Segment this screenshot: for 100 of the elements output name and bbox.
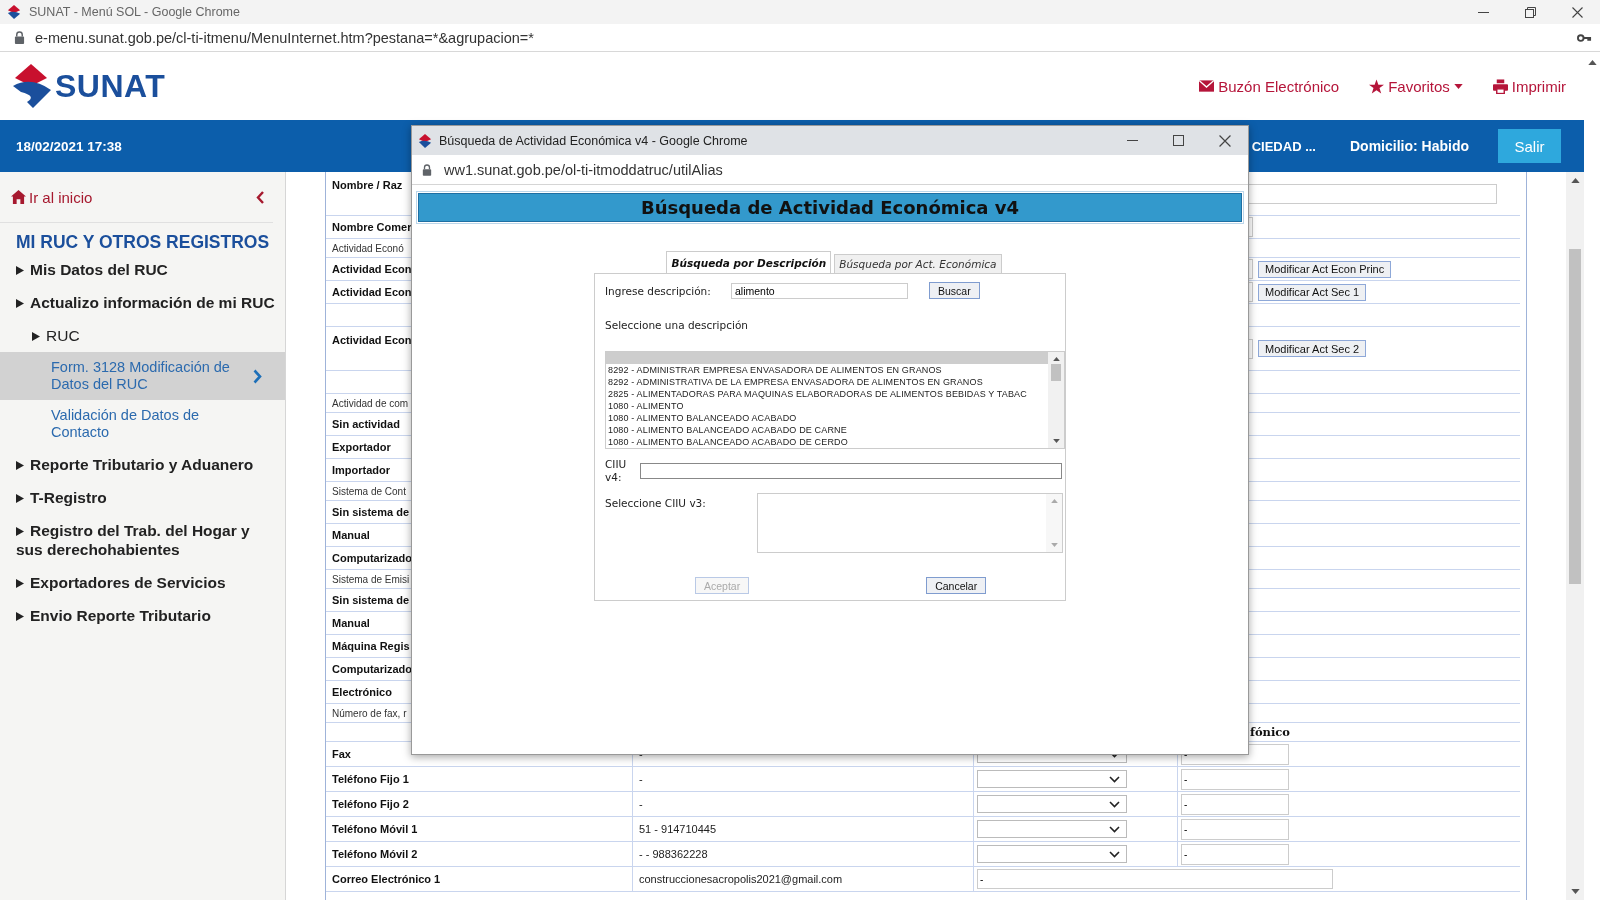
action-button[interactable]: Modificar Act Sec 1 bbox=[1258, 283, 1367, 301]
field-label: Sin sistema de bbox=[332, 506, 410, 518]
dropdown-select[interactable] bbox=[977, 820, 1127, 838]
lock-icon bbox=[14, 31, 25, 44]
field-label: Importador bbox=[332, 464, 391, 476]
list-box[interactable] bbox=[605, 351, 1065, 449]
field-label: Máquina Regis bbox=[332, 640, 410, 652]
dialog-button[interactable]: Cancelar bbox=[926, 577, 987, 594]
scroll-down-icon[interactable] bbox=[1052, 439, 1060, 443]
text-field[interactable]: - bbox=[1181, 793, 1289, 815]
sidebar-item[interactable]: Envio Reporte Tributario bbox=[0, 599, 285, 632]
list-option[interactable]: 2825 - ALIMENTADORAS PARA MAQUINAS ELABORADORAS DE ALIMENTOS BEBIDAS Y TABAC bbox=[608, 388, 1048, 400]
list-option[interactable]: 1080 - ALIMENTO BALANCEADO ACABADO DE CARNE bbox=[608, 424, 1048, 436]
header-link[interactable]: Buzón Electrónico bbox=[1199, 77, 1340, 95]
column-header: fónico bbox=[1250, 725, 1291, 739]
text-field[interactable]: alimento bbox=[731, 282, 908, 299]
field-label: Manual bbox=[332, 529, 370, 541]
text-field[interactable]: - bbox=[1181, 768, 1289, 790]
field-label: Computarizado bbox=[332, 663, 413, 675]
field-label: Sin sistema de bbox=[332, 594, 410, 606]
list-option[interactable]: 8292 - ADMINISTRATIVA DE LA EMPRESA ENVASADORA DE ALIMENTOS EN GRANOS bbox=[608, 376, 1048, 388]
chevron-down-icon bbox=[1109, 850, 1120, 858]
list-label: Seleccione una descripción bbox=[605, 319, 749, 331]
tab[interactable]: Búsqueda por Descripción bbox=[666, 251, 832, 273]
sidebar-item[interactable]: RUC bbox=[0, 319, 285, 352]
list-option[interactable]: 1080 - ALIMENTO bbox=[608, 400, 1048, 412]
envelope-icon bbox=[1199, 78, 1215, 94]
close-icon[interactable] bbox=[1219, 134, 1231, 147]
chevron-down-icon bbox=[1109, 825, 1120, 833]
scroll-up-icon[interactable] bbox=[1570, 178, 1580, 183]
section-label: Actividad de com bbox=[332, 397, 409, 409]
tab[interactable]: Búsqueda por Act. Económica bbox=[834, 254, 1002, 273]
sidebar-item[interactable]: Mis Datos del RUC bbox=[0, 253, 285, 286]
logo-text: SUNAT bbox=[55, 67, 166, 105]
text-field[interactable]: - bbox=[977, 869, 1333, 889]
triangle-icon bbox=[16, 299, 24, 308]
field-label: Teléfono Móvil 1 bbox=[332, 823, 418, 835]
text-field[interactable] bbox=[640, 463, 1062, 479]
section-label: Número de fax, r bbox=[332, 707, 407, 719]
header-link[interactable]: Imprimir bbox=[1492, 77, 1566, 95]
printer-icon bbox=[1492, 78, 1508, 94]
list-option[interactable]: 1080 - ALIMENTO BALANCEADO ACABADO bbox=[608, 412, 1048, 424]
table-cell: 51 - 914710445 bbox=[639, 823, 717, 835]
field-label: Teléfono Móvil 2 bbox=[332, 848, 418, 860]
address-status: Domicilio: Habido bbox=[1350, 138, 1469, 154]
header-link[interactable]: Favoritos bbox=[1369, 77, 1463, 95]
field-label: Manual bbox=[332, 617, 370, 629]
search-button[interactable]: Buscar bbox=[929, 282, 980, 299]
sidebar-item[interactable]: Exportadores de Servicios bbox=[0, 566, 285, 599]
field-label: Electrónico bbox=[332, 686, 392, 698]
field-label: Ingrese descripción: bbox=[605, 284, 712, 297]
field-label: CIIU v4: bbox=[605, 458, 628, 484]
url-text[interactable]: e-menu.sunat.gob.pe/cl-ti-itmenu/MenuInternet.htm?pestana=*&agrupacion=* bbox=[35, 29, 534, 46]
restore-icon[interactable] bbox=[1525, 6, 1536, 18]
window-title: Búsqueda de Actividad Económica v4 - Google Chrome bbox=[439, 133, 748, 148]
sidebar-item[interactable]: Validación de Datos de Contacto bbox=[0, 400, 285, 448]
field-label: Actividad Econ bbox=[332, 286, 412, 298]
list-option[interactable]: 1080 - ALIMENTO BALANCEADO ACABADO DE CERDO bbox=[608, 436, 1048, 448]
dropdown-select[interactable] bbox=[977, 845, 1127, 863]
table-cell: construccionesacropolis2021@gmail.com bbox=[639, 873, 843, 885]
date-time: 18/02/2021 17:38 bbox=[16, 138, 122, 154]
sidebar-item[interactable]: T-Registro bbox=[0, 481, 285, 514]
maximize-icon[interactable] bbox=[1173, 135, 1184, 146]
section-heading: MI RUC Y OTROS REGISTROS bbox=[15, 231, 271, 253]
sidebar-item[interactable]: Form. 3128 Modificación de Datos del RUC bbox=[0, 352, 285, 400]
field-label: Fax bbox=[332, 748, 351, 760]
site-icon bbox=[7, 5, 21, 19]
action-button[interactable]: Modificar Act Sec 2 bbox=[1258, 340, 1367, 357]
key-icon[interactable] bbox=[1577, 32, 1592, 43]
star-icon bbox=[1369, 78, 1385, 94]
close-icon[interactable] bbox=[1572, 6, 1583, 18]
text-field[interactable]: - bbox=[1181, 818, 1289, 840]
scroll-up-icon[interactable] bbox=[1587, 60, 1597, 65]
field-label: Actividad Econ bbox=[332, 263, 412, 275]
dropdown-select[interactable] bbox=[977, 795, 1127, 813]
sidebar-item[interactable]: Reporte Tributario y Aduanero bbox=[0, 448, 285, 481]
action-button[interactable]: Modificar Act Econ Princ bbox=[1258, 260, 1392, 278]
section-label: Sistema de Cont bbox=[332, 485, 406, 497]
home-link[interactable]: Ir al inicio bbox=[11, 188, 93, 206]
logo-emblem-icon bbox=[11, 64, 53, 108]
home-icon bbox=[11, 190, 26, 204]
dialog-heading: Búsqueda de Actividad Económica v4 bbox=[418, 193, 1242, 222]
scrollbar-thumb[interactable] bbox=[1569, 249, 1581, 584]
field-label: Exportador bbox=[332, 441, 391, 453]
field-label: Actividad Econ bbox=[332, 334, 412, 346]
text-field[interactable]: - bbox=[1181, 843, 1289, 865]
chevron-down-icon bbox=[1109, 800, 1120, 808]
sidebar-item[interactable]: Registro del Trab. del Hogar y sus derechohabientes bbox=[0, 514, 285, 566]
scrollbar-thumb[interactable] bbox=[1051, 364, 1061, 381]
triangle-icon bbox=[16, 494, 24, 503]
scroll-up-icon[interactable] bbox=[1052, 357, 1060, 361]
scroll-down-icon[interactable] bbox=[1570, 889, 1580, 894]
window-title: SUNAT - Menú SOL - Google Chrome bbox=[29, 5, 240, 19]
field-label: Seleccione CIIU v3: bbox=[605, 496, 707, 509]
list-option[interactable]: 8292 - ADMINISTRAR EMPRESA ENVASADORA DE ALIMENTOS EN GRANOS bbox=[608, 364, 1048, 376]
dropdown-select[interactable] bbox=[977, 770, 1127, 788]
field-label: Sin actividad bbox=[332, 418, 400, 430]
chevron-left-icon[interactable] bbox=[256, 190, 264, 204]
sidebar-item[interactable]: Actualizo información de mi RUC bbox=[0, 286, 285, 319]
company-name: CIEDAD ... bbox=[1251, 138, 1316, 154]
